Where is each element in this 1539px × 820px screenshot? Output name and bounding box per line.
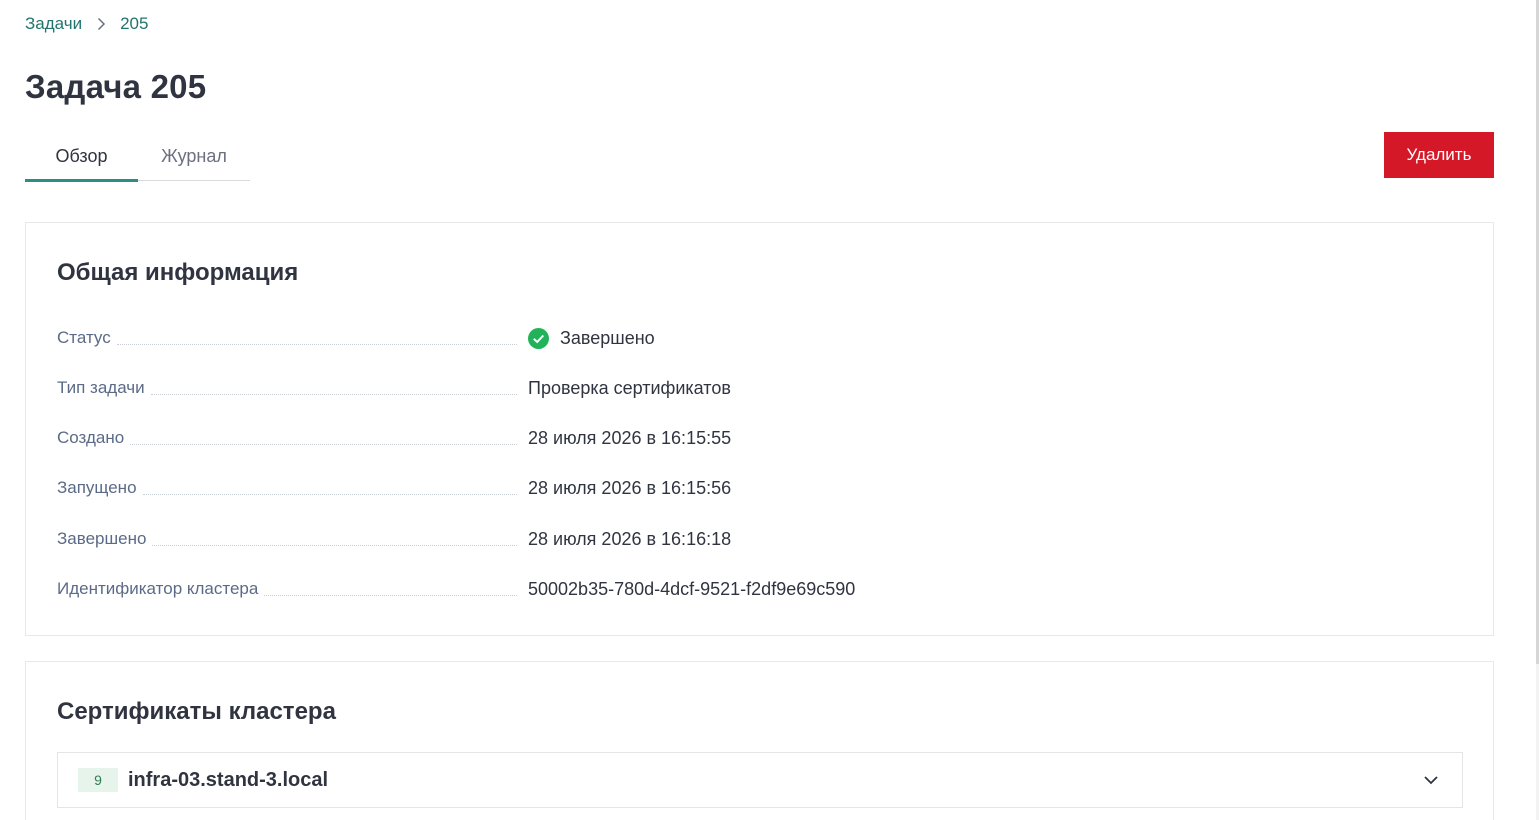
dotted-leader xyxy=(142,494,517,495)
delete-button[interactable]: Удалить xyxy=(1384,132,1494,178)
info-row-started: Запущено 28 июля 2026 в 16:15:56 xyxy=(57,473,1457,499)
page-title: Задача 205 xyxy=(25,68,207,105)
task-details-page: Задачи 205 Задача 205 Обзор Журнал Удали… xyxy=(0,0,1539,820)
tab-overview[interactable]: Обзор xyxy=(25,132,138,182)
breadcrumb-current[interactable]: 205 xyxy=(120,14,148,34)
info-value-status: Завершено xyxy=(528,327,655,349)
check-circle-icon xyxy=(528,327,549,349)
info-value: 28 июля 2026 в 16:15:55 xyxy=(528,428,732,448)
certificate-host-accordion[interactable]: 9 infra-03.stand-3.local xyxy=(57,752,1463,808)
info-value: 28 июля 2026 в 16:16:18 xyxy=(528,529,732,549)
breadcrumb-link-tasks[interactable]: Задачи xyxy=(25,14,82,34)
chevron-down-icon[interactable] xyxy=(1422,771,1440,789)
dotted-leader xyxy=(130,444,517,445)
dotted-leader xyxy=(116,344,517,345)
info-value: 50002b35-780d-4dcf-9521-f2df9e69c590 xyxy=(528,579,856,599)
cluster-certificates-card: Сертификаты кластера 9 infra-03.stand-3.… xyxy=(25,661,1494,820)
info-label: Тип задачи xyxy=(57,378,145,397)
info-row-finished: Завершено 28 июля 2026 в 16:16:18 xyxy=(57,524,1457,550)
host-label: infra-03.stand-3.local xyxy=(128,768,329,791)
info-label: Идентификатор кластера xyxy=(57,579,259,598)
dotted-leader xyxy=(152,545,517,546)
dotted-leader xyxy=(264,595,517,596)
status-text: Завершено xyxy=(560,328,655,348)
count-badge: 9 xyxy=(78,768,118,792)
info-label: Завершено xyxy=(57,529,147,548)
chevron-right-icon xyxy=(96,17,106,31)
info-row-cluster-id: Идентификатор кластера 50002b35-780d-4dc… xyxy=(57,574,1457,600)
tabs: Обзор Журнал xyxy=(25,132,250,182)
info-row-task-type: Тип задачи Проверка сертификатов xyxy=(57,373,1457,399)
info-label: Запущено xyxy=(57,478,137,497)
info-label: Создано xyxy=(57,428,125,447)
info-row-created: Создано 28 июля 2026 в 16:15:55 xyxy=(57,423,1457,449)
general-info-title: Общая информация xyxy=(57,259,299,286)
breadcrumb: Задачи 205 xyxy=(25,13,148,35)
info-value: 28 июля 2026 в 16:15:56 xyxy=(528,478,732,498)
info-label: Статус xyxy=(57,328,111,347)
general-info-card: Общая информация Статус Завершено Тип за… xyxy=(25,222,1494,636)
tab-journal[interactable]: Журнал xyxy=(138,132,250,181)
info-row-status: Статус Завершено xyxy=(57,323,1457,349)
dotted-leader xyxy=(150,394,517,395)
info-value: Проверка сертификатов xyxy=(528,378,731,398)
certificates-title: Сертификаты кластера xyxy=(57,698,336,725)
